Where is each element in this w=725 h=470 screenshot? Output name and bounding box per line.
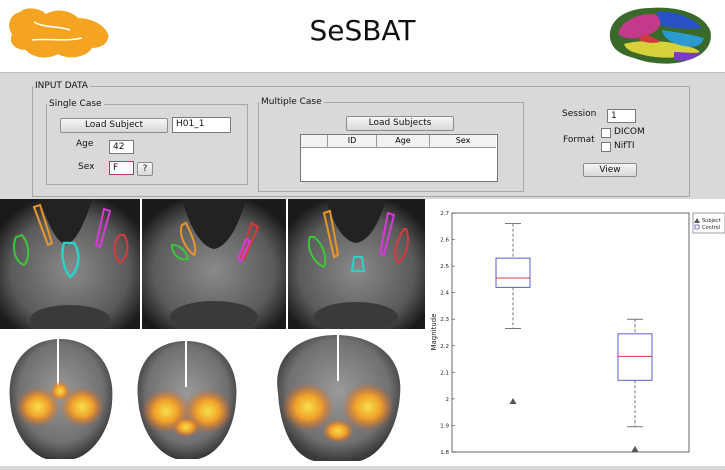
single-case-legend: Single Case bbox=[49, 99, 102, 109]
plot-area bbox=[451, 212, 690, 453]
legend-control: Control bbox=[702, 225, 720, 231]
image-panel bbox=[0, 199, 425, 466]
app-header: SeSBAT bbox=[0, 0, 725, 73]
y-tick-label: 2.5 bbox=[440, 264, 449, 270]
box-subject bbox=[495, 257, 531, 288]
fmri-activation-maps bbox=[0, 331, 425, 466]
sex-field[interactable]: F bbox=[109, 161, 134, 175]
age-label: Age bbox=[76, 139, 94, 149]
boxplot-panel: Magnitude 1.8 1.9 2 2.1 2.2 2.3 2.4 2.5 2.6 2.7 S… bbox=[425, 199, 725, 466]
mri-slice-3 bbox=[288, 199, 425, 329]
legend: Subject Control bbox=[692, 212, 725, 234]
multiple-case-legend: Multiple Case bbox=[261, 97, 322, 107]
mri-slice-1 bbox=[0, 199, 140, 329]
y-tick-label: 2.4 bbox=[440, 291, 449, 297]
session-field[interactable]: 1 bbox=[607, 109, 636, 123]
y-tick-label: 2.3 bbox=[440, 317, 449, 323]
y-tick-label: 2.2 bbox=[440, 344, 449, 350]
load-subjects-button[interactable]: Load Subjects bbox=[346, 116, 454, 131]
dicom-checkbox[interactable] bbox=[601, 128, 611, 138]
sex-help-button[interactable]: ? bbox=[137, 162, 153, 176]
dicom-label: DICOM bbox=[614, 127, 645, 137]
age-field[interactable]: 42 bbox=[109, 140, 134, 154]
sex-label: Sex bbox=[78, 162, 95, 172]
format-label: Format bbox=[563, 135, 595, 145]
boxplot-chart: Magnitude 1.8 1.9 2 2.1 2.2 2.3 2.4 2.5 2.6 2.7 S… bbox=[425, 199, 725, 466]
y-tick-label: 1.8 bbox=[440, 450, 449, 456]
y-tick-label: 1.9 bbox=[440, 423, 449, 429]
session-label: Session bbox=[562, 109, 597, 119]
y-tick-label: 2.1 bbox=[440, 370, 449, 376]
view-button[interactable]: View bbox=[583, 163, 637, 177]
cortex-brain-logo bbox=[609, 7, 711, 64]
input-panel: INPUT DATA Single Case Load Subject H01_… bbox=[0, 73, 725, 199]
column-header-id[interactable]: ID bbox=[328, 135, 377, 148]
mri-slice-2 bbox=[142, 199, 286, 329]
column-header-age[interactable]: Age bbox=[377, 135, 430, 148]
y-tick-label: 2.7 bbox=[440, 211, 449, 217]
subject-id-field[interactable]: H01_1 bbox=[172, 117, 231, 133]
y-tick-label: 2 bbox=[446, 397, 450, 403]
box-control bbox=[617, 333, 653, 381]
y-tick-label: 2.6 bbox=[440, 238, 449, 244]
load-subject-button[interactable]: Load Subject bbox=[60, 118, 168, 133]
nifti-label: NifTI bbox=[614, 141, 635, 151]
y-axis-label: Magnitude bbox=[430, 313, 438, 350]
table-corner bbox=[301, 135, 328, 148]
subjects-table[interactable]: ID Age Sex bbox=[300, 134, 498, 182]
nifti-checkbox[interactable] bbox=[601, 142, 611, 152]
input-data-legend: INPUT DATA bbox=[35, 81, 88, 91]
column-header-sex[interactable]: Sex bbox=[430, 135, 496, 148]
legend-subject: Subject bbox=[702, 218, 721, 224]
